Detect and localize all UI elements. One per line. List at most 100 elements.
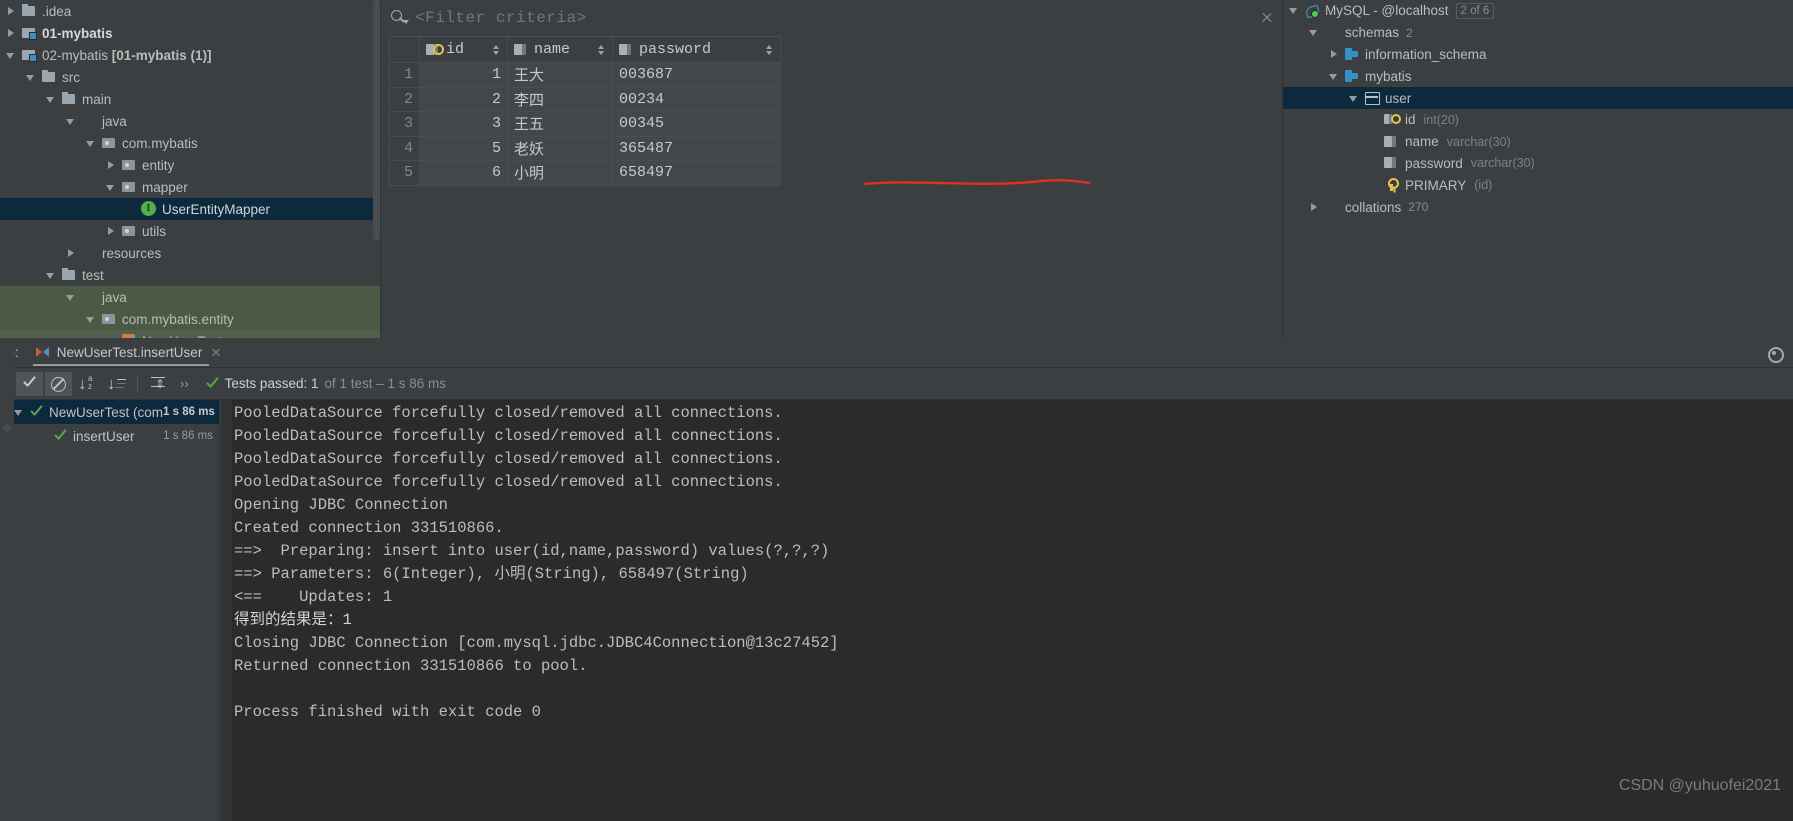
cell-password[interactable]: 365487 xyxy=(612,135,781,161)
chevron-right-icon[interactable] xyxy=(1309,202,1320,213)
project-tree-row[interactable]: src xyxy=(0,66,380,88)
test-tree-row[interactable]: insertUser 1 s 86 ms xyxy=(0,424,219,448)
database-tree-row[interactable]: PRIMARY (id) xyxy=(1283,174,1793,196)
database-tree[interactable]: MySQL - @localhost 2 of 6 schemas 2 informat… xyxy=(1283,0,1793,218)
project-tree-row[interactable]: com.mybatis xyxy=(0,132,380,154)
chevron-down-icon[interactable] xyxy=(26,72,37,83)
chevron-down-icon[interactable] xyxy=(1349,93,1360,104)
column-header-password[interactable]: password xyxy=(612,36,781,63)
side-marker xyxy=(3,424,11,432)
gear-icon[interactable] xyxy=(1765,344,1784,363)
table-row[interactable]: 4 5 老妖 365487 xyxy=(389,135,781,161)
chevron-down-icon[interactable] xyxy=(66,292,77,303)
chevron-down-icon[interactable] xyxy=(14,407,25,418)
chevron-right-icon[interactable] xyxy=(106,226,117,237)
project-tree-row[interactable]: mapper xyxy=(0,176,380,198)
expand-all-icon[interactable] xyxy=(145,372,172,396)
column-header-name[interactable]: name xyxy=(507,36,613,63)
project-tree-row[interactable]: utils xyxy=(0,220,380,242)
cell-id[interactable]: 5 xyxy=(419,135,508,161)
table-row[interactable]: 2 2 李四 00234 xyxy=(389,86,781,112)
chevron-double-right-icon[interactable]: ›› xyxy=(174,376,195,391)
cell-password[interactable]: 658497 xyxy=(612,160,781,186)
project-tree-row[interactable]: java xyxy=(0,110,380,132)
chevron-right-icon[interactable] xyxy=(6,28,17,39)
close-icon[interactable] xyxy=(1258,9,1276,27)
search-icon[interactable] xyxy=(389,8,409,28)
result-grid[interactable]: id name password 1 1 王大 003687 2 2 李四 00… xyxy=(389,36,781,186)
sort-alphabetically-icon[interactable] xyxy=(74,372,101,396)
close-icon[interactable] xyxy=(209,346,223,360)
sort-arrows-icon[interactable] xyxy=(765,43,774,57)
project-tree-row[interactable]: java xyxy=(0,286,380,308)
cell-name[interactable]: 小明 xyxy=(507,160,613,186)
database-tree-row[interactable]: user xyxy=(1283,87,1793,109)
chevron-down-icon[interactable] xyxy=(86,314,97,325)
sort-arrows-icon[interactable] xyxy=(597,43,606,57)
project-tree-row[interactable]: .idea xyxy=(0,0,380,22)
table-row[interactable]: 3 3 王五 00345 xyxy=(389,111,781,137)
project-tree-row[interactable]: UserEntityMapper xyxy=(0,198,380,220)
chevron-down-icon[interactable] xyxy=(66,116,77,127)
column-header-id[interactable]: id xyxy=(419,36,508,63)
cell-id[interactable]: 3 xyxy=(419,111,508,137)
chevron-down-icon[interactable] xyxy=(1309,27,1320,38)
database-tree-row[interactable]: collations 270 xyxy=(1283,196,1793,218)
table-row[interactable]: 1 1 王大 003687 xyxy=(389,62,781,88)
sort-arrows-icon[interactable] xyxy=(492,43,501,57)
run-configuration-tab[interactable]: NewUserTest.insertUser xyxy=(29,338,230,368)
project-tool-window[interactable]: .idea 01-mybatis 02-mybatis [01-mybatis (1… xyxy=(0,0,380,338)
cell-name[interactable]: 王五 xyxy=(507,111,613,137)
cell-password[interactable]: 00345 xyxy=(612,111,781,137)
project-scrollbar[interactable] xyxy=(373,0,380,240)
sort-by-duration-icon[interactable] xyxy=(103,372,130,396)
database-tree-row[interactable]: name varchar(30) xyxy=(1283,131,1793,153)
database-tree-row[interactable]: mybatis xyxy=(1283,65,1793,87)
table-row[interactable]: 5 6 小明 658497 xyxy=(389,160,781,186)
project-tree-row[interactable]: 02-mybatis [01-mybatis (1)] xyxy=(0,44,380,66)
cell-name[interactable]: 王大 xyxy=(507,62,613,88)
filter-bar[interactable] xyxy=(381,0,1282,36)
database-tree-row[interactable]: schemas 2 xyxy=(1283,22,1793,44)
chevron-down-icon[interactable] xyxy=(1329,71,1340,82)
chevron-down-icon[interactable] xyxy=(86,138,97,149)
cell-password[interactable]: 00234 xyxy=(612,86,781,112)
grid-body[interactable]: 1 1 王大 003687 2 2 李四 00234 3 3 王五 00345 4 5 老妖 365487 5 6… xyxy=(389,62,781,186)
project-tree-row[interactable]: resources xyxy=(0,242,380,264)
project-tree-row[interactable]: test xyxy=(0,264,380,286)
chevron-down-icon[interactable] xyxy=(46,270,57,281)
project-tree-row[interactable]: com.mybatis.entity xyxy=(0,308,380,330)
chevron-down-icon[interactable] xyxy=(46,94,57,105)
project-tree-row-label: UserEntityMapper xyxy=(162,201,271,217)
run-tab-bar: un: NewUserTest.insertUser xyxy=(0,338,1793,368)
cell-id[interactable]: 6 xyxy=(419,160,508,186)
project-tree[interactable]: .idea 01-mybatis 02-mybatis [01-mybatis (1… xyxy=(0,0,380,338)
chevron-right-icon[interactable] xyxy=(66,248,77,259)
chevron-right-icon[interactable] xyxy=(6,6,17,17)
chevron-down-icon[interactable] xyxy=(6,50,17,61)
cell-id[interactable]: 2 xyxy=(419,86,508,112)
check-icon[interactable] xyxy=(16,371,43,396)
chevron-down-icon[interactable] xyxy=(1289,5,1300,16)
cell-id[interactable]: 1 xyxy=(419,62,508,88)
console-output[interactable]: PooledDataSource forcefully closed/remov… xyxy=(221,400,1793,821)
database-tree-row[interactable]: MySQL - @localhost 2 of 6 xyxy=(1283,0,1793,22)
chevron-down-icon[interactable] xyxy=(106,182,117,193)
database-tree-row[interactable]: information_schema xyxy=(1283,44,1793,66)
database-tool-window[interactable]: MySQL - @localhost 2 of 6 schemas 2 informat… xyxy=(1282,0,1793,338)
banned-icon[interactable] xyxy=(45,371,72,396)
test-tree-row[interactable]: NewUserTest (com 1 s 86 ms xyxy=(0,400,219,424)
project-tree-row[interactable]: 01-mybatis xyxy=(0,22,380,44)
cell-name[interactable]: 李四 xyxy=(507,86,613,112)
cell-name[interactable]: 老妖 xyxy=(507,135,613,161)
test-results-tree[interactable]: NewUserTest (com 1 s 86 ms insertUser 1 s 8… xyxy=(0,400,220,821)
cell-password[interactable]: 003687 xyxy=(612,62,781,88)
database-tree-row[interactable]: password varchar(30) xyxy=(1283,153,1793,175)
console-line: PooledDataSource forcefully closed/remov… xyxy=(234,404,783,422)
chevron-right-icon[interactable] xyxy=(106,160,117,171)
chevron-right-icon[interactable] xyxy=(1329,49,1340,60)
filter-input[interactable] xyxy=(415,9,1258,27)
project-tree-row[interactable]: entity xyxy=(0,154,380,176)
project-tree-row[interactable]: main xyxy=(0,88,380,110)
database-tree-row[interactable]: id int(20) xyxy=(1283,109,1793,131)
